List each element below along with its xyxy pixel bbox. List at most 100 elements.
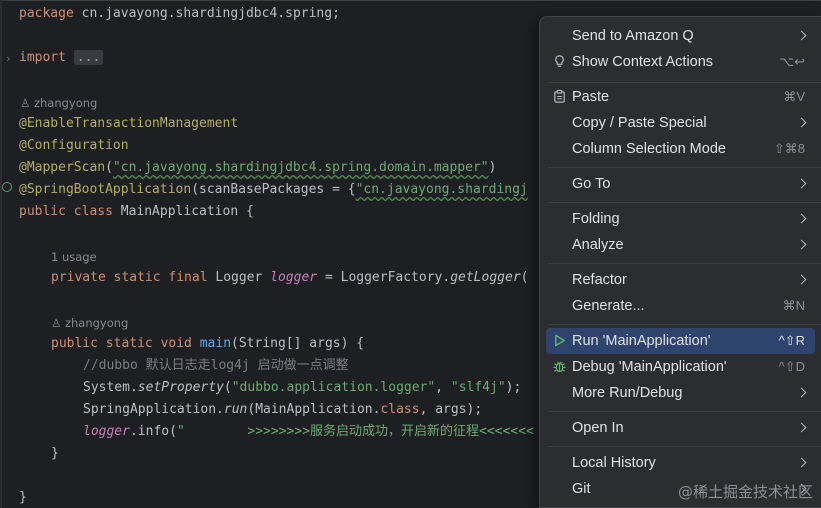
code-line-info[interactable]: logger.info(" >>>>>>>>服务启动成功，开启新的征程<<<<<… (83, 423, 534, 441)
annotation: @MapperScan (19, 160, 106, 175)
code-line-logger[interactable]: private static final Logger logger = Log… (51, 269, 528, 287)
fold-chevron-icon[interactable]: › (5, 52, 12, 65)
method-name: getLogger (450, 270, 521, 285)
keyword: public static void (51, 336, 192, 351)
code-line-ann-springboot[interactable]: @SpringBootApplication(scanBasePackages … (19, 181, 528, 199)
menu-item-label: Send to Amazon Q (572, 28, 694, 44)
brace: } (19, 490, 27, 505)
code-line-ann-configuration[interactable]: @Configuration (19, 137, 129, 155)
menu-item-refactor[interactable]: Refactor (546, 267, 815, 293)
string-literal: "slf4j" (450, 380, 506, 395)
menu-item-more-run-debug[interactable]: More Run/Debug (546, 380, 815, 406)
menu-item-label: Local History (572, 455, 656, 471)
menu-item-label: Paste (572, 89, 610, 105)
menu-item-copy-paste-special[interactable]: Copy / Paste Special (546, 110, 815, 136)
code-line-setproperty[interactable]: System.setProperty("dubbo.application.lo… (83, 379, 521, 397)
string-literal: "cn.javayong.shardingjdbc4.spring.domain… (112, 160, 489, 175)
method-name: run (223, 402, 248, 417)
chevron-right-icon (796, 239, 807, 250)
field-name: logger (270, 270, 318, 285)
editor-top-border (0, 0, 821, 1)
keyword-import: import (19, 50, 66, 65)
code-line-package[interactable]: package cn.javayong.shardingjdbc4.spring… (19, 5, 340, 23)
menu-item-label: Run 'MainApplication' (572, 333, 711, 349)
string-literal: "dubbo.application.logger" (231, 380, 436, 395)
menu-item-label: More Run/Debug (572, 385, 683, 401)
menu-item-label: Go To (572, 176, 611, 192)
menu-item-debug-mainapplication[interactable]: Debug 'MainApplication' ^⇧D (546, 354, 815, 380)
menu-item-label: Copy / Paste Special (572, 115, 707, 131)
menu-item-label: Generate... (572, 298, 645, 314)
menu-item-label: Refactor (572, 272, 627, 288)
author-name: zhangyong (33, 96, 98, 110)
menu-separator (548, 202, 821, 203)
code-text: (MainApplication. (247, 402, 381, 417)
menu-item-go-to[interactable]: Go To (546, 171, 815, 197)
comment: //dubbo 默认日志走log4j 启动做一点调整 (83, 358, 349, 373)
menu-item-column-selection-mode[interactable]: Column Selection Mode ⇧⌘8 (546, 136, 815, 162)
shortcut-hint: ⇧⌘8 (773, 141, 805, 156)
menu-item-label: Open In (572, 420, 624, 436)
code-line-class[interactable]: public class MainApplication { (19, 203, 254, 221)
menu-separator (548, 411, 821, 412)
menu-item-label: Analyze (572, 237, 624, 253)
code-line-run[interactable]: SpringApplication.run(MainApplication.cl… (83, 401, 482, 419)
debug-icon (553, 361, 566, 373)
paren: ( (223, 380, 232, 395)
chevron-right-icon (796, 117, 807, 128)
menu-item-run-mainapplication[interactable]: Run 'MainApplication' ^⇧R (546, 328, 815, 354)
code-text: .info( (129, 424, 177, 439)
shortcut-hint: ^⇧D (778, 359, 805, 374)
user-icon: ♙ (20, 96, 31, 110)
usage-hint[interactable]: 1 usage (51, 249, 97, 265)
annotation: @SpringBootApplication (19, 182, 192, 197)
menu-item-open-in[interactable]: Open In (546, 415, 815, 441)
menu-item-generate[interactable]: Generate... ⌘N (546, 293, 815, 319)
code-line-comment[interactable]: //dubbo 默认日志走log4j 启动做一点调整 (83, 357, 349, 375)
clipboard-icon (554, 89, 565, 103)
code-line-close-method[interactable]: } (51, 445, 59, 463)
code-line-ann-transaction[interactable]: @EnableTransactionManagement (19, 115, 238, 133)
menu-item-local-history[interactable]: Local History (546, 450, 815, 476)
folded-imports[interactable]: ... (73, 50, 104, 65)
menu-separator (548, 263, 821, 264)
comma: , (435, 380, 451, 395)
code-line-close-class[interactable]: } (19, 489, 27, 507)
chevron-right-icon (796, 30, 807, 41)
menu-item-folding[interactable]: Folding (546, 206, 815, 232)
code-line-import[interactable]: import ... (19, 49, 104, 67)
annotation: @EnableTransactionManagement (19, 116, 239, 131)
editor-gutter (0, 0, 2, 508)
menu-item-paste[interactable]: Paste ⌘V (546, 84, 815, 110)
menu-separator (548, 167, 821, 168)
run-icon (555, 334, 565, 347)
chevron-right-icon (796, 457, 807, 468)
shortcut-hint: ⌘V (783, 89, 805, 104)
spring-bean-icon[interactable] (2, 182, 12, 192)
menu-item-label: Column Selection Mode (572, 141, 726, 157)
shortcut-hint: ⌥↩ (779, 54, 805, 69)
method-name: main (191, 336, 232, 351)
menu-item-show-context-actions[interactable]: Show Context Actions ⌥↩ (546, 49, 815, 75)
code-line-main[interactable]: public static void main(String[] args) { (51, 335, 364, 353)
context-menu[interactable]: Send to Amazon Q Show Context Actions ⌥↩… (539, 16, 821, 508)
field-name: logger (83, 424, 130, 439)
method-name: setProperty (137, 380, 224, 395)
menu-item-send-to-amazon-q[interactable]: Send to Amazon Q (546, 23, 815, 49)
menu-separator (548, 324, 821, 325)
type-name: Logger (207, 270, 271, 285)
watermark: @稀土掘金技术社区 (677, 483, 813, 501)
menu-item-label: Folding (572, 211, 620, 227)
code-text: System. (83, 380, 138, 395)
chevron-right-icon (796, 213, 807, 224)
code-text: SpringApplication. (83, 402, 224, 417)
paren: ( (105, 160, 113, 175)
annotation: @Configuration (19, 138, 129, 153)
code-line-ann-mapperscan[interactable]: @MapperScan("cn.javayong.shardingjdbc4.s… (19, 159, 496, 177)
chevron-right-icon (796, 422, 807, 433)
menu-item-analyze[interactable]: Analyze (546, 232, 815, 258)
keyword: private static final (51, 270, 208, 285)
author-hint: ♙ zhangyong (20, 95, 97, 111)
author-hint: ♙ zhangyong (51, 315, 128, 331)
string-literal: " >>>>>>>>服务启动成功，开启新的征程<<<<<<< (176, 424, 534, 439)
